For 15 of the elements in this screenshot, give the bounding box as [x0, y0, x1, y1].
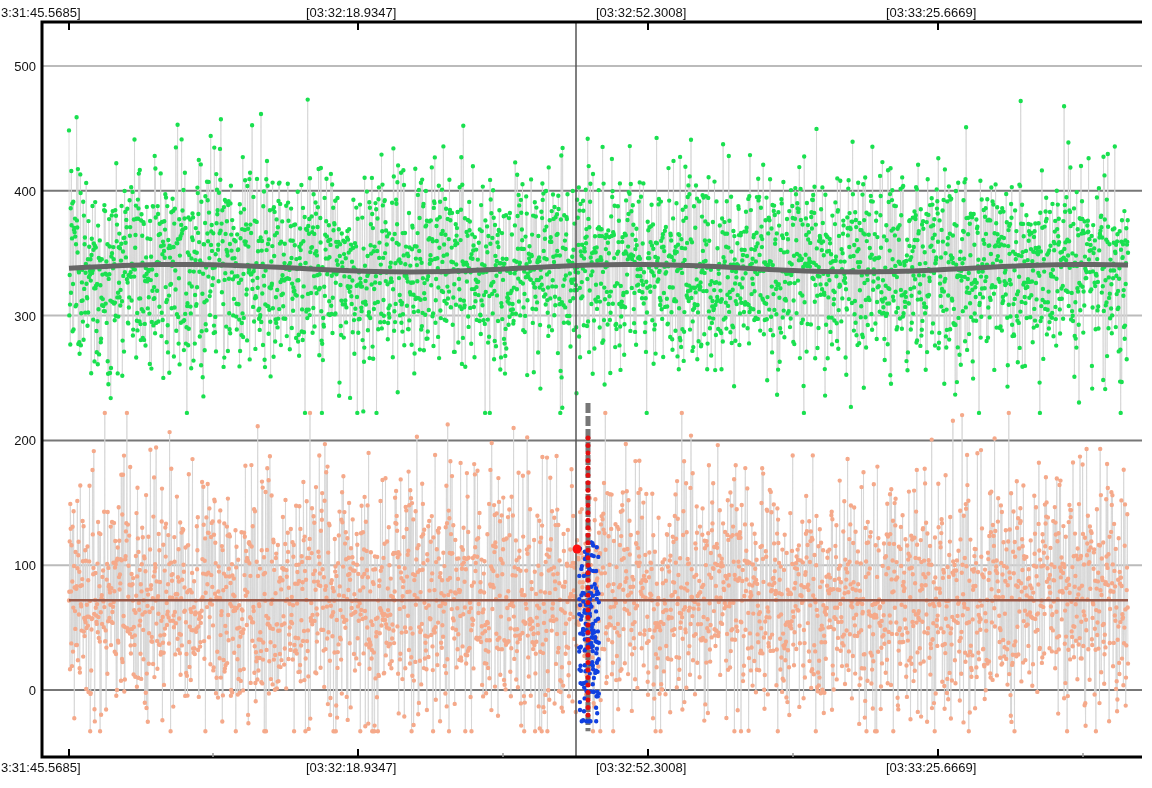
axis-tick-label: 300 — [14, 308, 36, 324]
axis-tick-label: [03:32:52.3008] — [596, 760, 687, 775]
axis-tick-label: 500 — [14, 59, 36, 74]
axis-tick-label: [03:32:52.3008] — [596, 5, 687, 20]
axis-tick-label: [03:32:18.9347] — [306, 5, 397, 20]
axis-tick-label: [03:32:18.9347] — [306, 760, 397, 775]
axis-tick-label: 100 — [14, 558, 36, 574]
axis-tick-label: 3:31:45.5685] — [1, 760, 81, 775]
axis-tick-label: 400 — [14, 183, 36, 199]
highlight-point — [572, 544, 582, 554]
axis-tick-label: 0 — [28, 683, 36, 698]
axis-tick-label: [03:33:25.6669] — [886, 760, 977, 775]
axis-tick-label: [03:33:25.6669] — [886, 5, 977, 20]
axis-tick-label: 3:31:45.5685] — [1, 5, 81, 20]
axis-tick-label: 200 — [14, 433, 36, 449]
